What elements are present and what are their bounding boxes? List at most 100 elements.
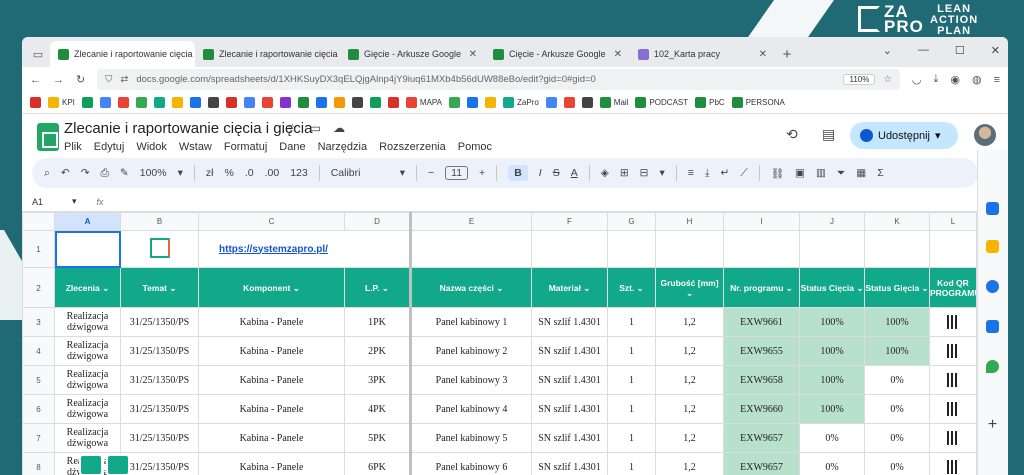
close-icon[interactable]: ✕ (469, 49, 477, 60)
row-number[interactable]: 8 (22, 452, 55, 475)
cell-nazwa[interactable]: Panel kabinowy 1 (410, 307, 532, 337)
row-number[interactable]: 2 (22, 267, 55, 308)
cell-status-ciecia[interactable]: 0% (799, 452, 865, 475)
insert-chart-icon[interactable]: ▥ (816, 167, 826, 179)
qr-code-icon[interactable] (929, 307, 977, 337)
select-all-corner[interactable] (22, 212, 55, 231)
header-nazwa[interactable]: Nazwa części ⌄ (410, 267, 532, 308)
cell-zlecenia[interactable]: Realizacja dźwigowa (54, 423, 121, 453)
cell-nazwa[interactable]: Panel kabinowy 5 (410, 423, 532, 453)
tab-overview-icon[interactable]: ▭ (26, 41, 50, 67)
move-folder-icon[interactable]: ▭ (310, 121, 321, 135)
column-header-c[interactable]: C (198, 212, 345, 231)
column-header-g[interactable]: G (607, 212, 656, 231)
comments-icon[interactable]: ▤ (822, 126, 835, 143)
close-icon[interactable]: ✕ (759, 49, 767, 60)
column-header-h[interactable]: H (655, 212, 724, 231)
cell-zlecenia[interactable]: Realizacja dźwigowa (54, 394, 121, 424)
tab-karta-pracy[interactable]: 102_Karta pracy ✕ (630, 41, 775, 67)
cell-grubosc[interactable]: 1,2 (655, 452, 724, 475)
document-title[interactable]: Zlecanie i raportowanie cięcia i gięcia (64, 120, 312, 137)
add-addon-icon[interactable]: + (986, 417, 999, 433)
cell-zlecenia[interactable]: Realizacja dźwigowa (54, 307, 121, 337)
menu-pomoc[interactable]: Pomoc (458, 141, 492, 153)
text-rotation-icon[interactable]: ⟋ (740, 167, 747, 180)
cell-status-giecia[interactable]: 0% (864, 365, 930, 395)
search-menus-icon[interactable]: ⌕ (44, 167, 50, 180)
menu-wstaw[interactable]: Wstaw (179, 141, 212, 153)
header-kod-qr[interactable]: Kod QR PROGRAMU (929, 267, 977, 308)
row-number[interactable]: 1 (22, 230, 55, 268)
row-number[interactable]: 5 (22, 365, 55, 395)
increase-decimals-button[interactable]: .00 (265, 167, 280, 179)
chevron-down-icon[interactable]: ▾ (935, 129, 941, 142)
cell-material[interactable]: SN szlif 1.4301 (531, 452, 608, 475)
bookmark-icon[interactable] (225, 97, 237, 108)
download-icon[interactable]: ⤓ (933, 73, 938, 86)
cell-program[interactable]: EXW9658 (723, 365, 800, 395)
cell-szt[interactable]: 1 (607, 423, 656, 453)
cell-status-ciecia[interactable]: 100% (799, 365, 865, 395)
font-size-decrease-icon[interactable]: − (428, 167, 434, 179)
profile-icon[interactable]: ◍ (972, 73, 982, 86)
column-header-f[interactable]: F (531, 212, 608, 231)
bold-button[interactable]: B (508, 165, 528, 181)
chevron-down-icon[interactable]: ⌄ (883, 44, 892, 57)
calendar-icon[interactable] (986, 202, 999, 215)
cell-lp[interactable]: 3PK (344, 365, 412, 395)
cell-material[interactable]: SN szlif 1.4301 (531, 423, 608, 453)
qr-code-icon[interactable] (929, 365, 977, 395)
menu-widok[interactable]: Widok (136, 141, 167, 153)
column-header-a[interactable]: A (54, 212, 121, 231)
header-status-giecia[interactable]: Status Gięcia ⌄ (864, 267, 930, 308)
bookmark-icon[interactable] (279, 97, 291, 108)
cell-lp[interactable]: 1PK (344, 307, 412, 337)
font-size-input[interactable]: 11 (445, 166, 469, 180)
bookmark-icon[interactable] (207, 97, 219, 108)
bookmark-icon[interactable] (30, 97, 41, 108)
functions-icon[interactable]: Σ (877, 167, 884, 179)
cell-temat[interactable]: 31/25/1350/PS (120, 336, 199, 366)
cell-grubosc[interactable]: 1,2 (655, 336, 724, 366)
version-history-icon[interactable]: ⟲ (786, 126, 798, 143)
cell-status-giecia[interactable]: 0% (864, 394, 930, 424)
url-text[interactable]: docs.google.com/spreadsheets/d/1XHKSuyDX… (136, 74, 835, 85)
chevron-down-icon[interactable]: ▾ (178, 167, 183, 179)
currency-format-button[interactable]: zł (206, 167, 214, 179)
cell-szt[interactable]: 1 (607, 307, 656, 337)
bookmark-icon[interactable] (484, 97, 496, 108)
maximize-icon[interactable]: ☐ (955, 44, 965, 57)
vertical-align-icon[interactable]: ⤓ (705, 167, 710, 180)
cell-status-giecia[interactable]: 100% (864, 307, 930, 337)
merge-cells-icon[interactable]: ⊟ (640, 167, 649, 179)
cell-program[interactable]: EXW9661 (723, 307, 800, 337)
tab-giecie[interactable]: Gięcie - Arkusze Google ✕ (340, 41, 485, 67)
bookmark-icon[interactable] (369, 97, 381, 108)
bookmark-icon[interactable] (315, 97, 327, 108)
header-temat[interactable]: Temat ⌄ (120, 267, 199, 308)
cell-nazwa[interactable]: Panel kabinowy 2 (410, 336, 532, 366)
qr-code-icon[interactable] (929, 394, 977, 424)
new-tab-icon[interactable]: + (775, 46, 799, 67)
cell-szt[interactable]: 1 (607, 452, 656, 475)
undo-icon[interactable]: ↶ (61, 167, 70, 179)
cell-komponent[interactable]: Kabina - Panele (198, 365, 345, 395)
cell-szt[interactable]: 1 (607, 365, 656, 395)
strikethrough-icon[interactable]: S (553, 167, 560, 179)
header-szt[interactable]: Szt. ⌄ (607, 267, 656, 308)
cell-zlecenia[interactable]: Realizacja dźwigowa (54, 336, 121, 366)
font-size-increase-icon[interactable]: + (479, 167, 485, 179)
reload-icon[interactable]: ↻ (76, 73, 85, 86)
cell-status-ciecia[interactable]: 100% (799, 307, 865, 337)
row-number[interactable]: 4 (22, 336, 55, 366)
bookmark-icon[interactable] (171, 97, 183, 108)
menu-plik[interactable]: Plik (64, 141, 82, 153)
cell-nazwa[interactable]: Panel kabinowy 6 (410, 452, 532, 475)
font-select[interactable]: Calibri (331, 167, 389, 179)
fill-color-icon[interactable]: ◈ (601, 167, 609, 179)
filter-icon[interactable]: ⏷ (837, 167, 845, 180)
paint-format-icon[interactable]: ✎ (120, 167, 129, 179)
header-material[interactable]: Materiał ⌄ (531, 267, 608, 308)
bookmark-icon[interactable] (153, 97, 165, 108)
print-icon[interactable]: ⎙ (101, 167, 109, 180)
